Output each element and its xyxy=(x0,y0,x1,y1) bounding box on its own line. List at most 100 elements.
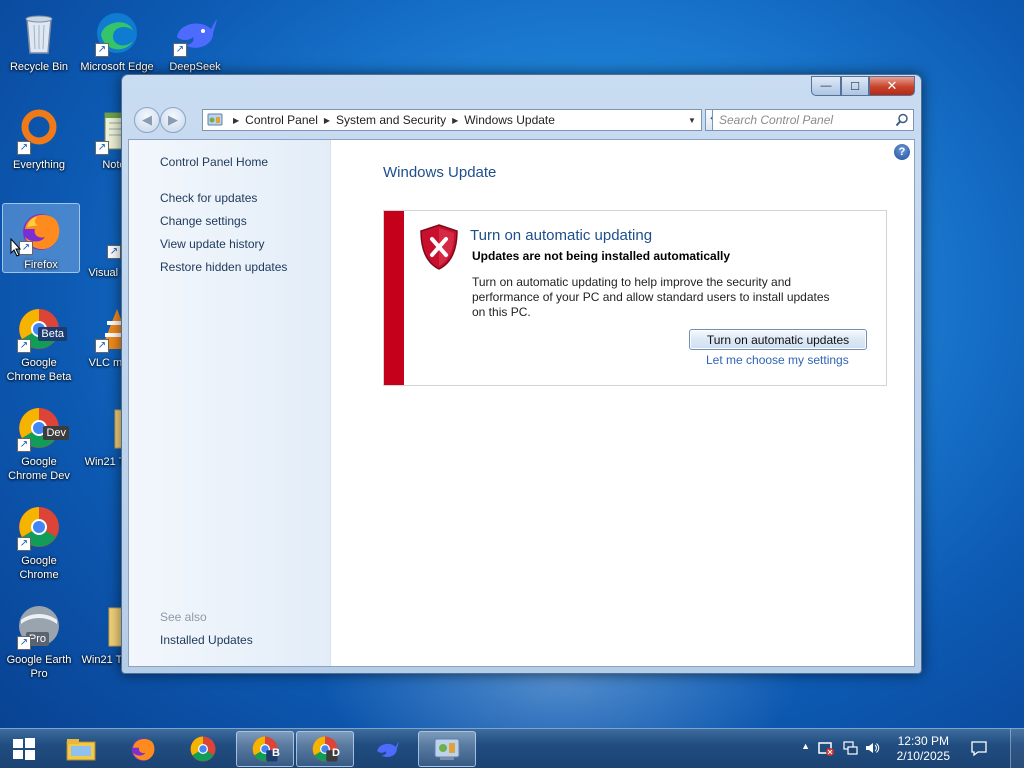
left-navigation-pane: Control Panel Home Check for updates Cha… xyxy=(129,140,331,666)
clock-date: 2/10/2025 xyxy=(896,749,950,763)
desktop-icon-label: DeepSeek xyxy=(169,61,221,73)
system-tray: ▲ 12:30 PM 2/10/2025 xyxy=(784,729,1024,768)
alert-headline: Turn on automatic updating xyxy=(470,227,653,244)
control-panel-icon xyxy=(434,738,460,760)
shortcut-arrow-icon: ↗ xyxy=(107,245,121,259)
minimize-button[interactable]: — xyxy=(811,76,841,96)
change-settings-link[interactable]: Change settings xyxy=(160,214,247,228)
recycle-bin-icon xyxy=(15,9,63,57)
clock-time: 12:30 PM xyxy=(897,734,949,748)
taskbar-chrome-beta[interactable]: B xyxy=(236,731,294,767)
let-me-choose-my-settings-link[interactable]: Let me choose my settings xyxy=(706,353,849,367)
taskbar-file-explorer[interactable] xyxy=(52,731,110,767)
taskbar-chrome[interactable] xyxy=(174,731,232,767)
check-for-updates-link[interactable]: Check for updates xyxy=(160,191,257,205)
breadcrumb-chevron-icon: ▶ xyxy=(452,115,459,125)
chrome-beta-icon: Beta ↗ xyxy=(15,305,67,353)
desktop-icon-deepseek[interactable]: ↗ DeepSeek xyxy=(156,6,234,74)
navigation-bar: ◀ ▶ ▶ Control Panel ▶ System and Securit… xyxy=(128,105,915,135)
breadcrumb-chevron-icon: ▶ xyxy=(323,115,331,125)
control-panel-home-link[interactable]: Control Panel Home xyxy=(160,155,268,169)
everything-icon: ↗ xyxy=(15,107,63,155)
installed-updates-link[interactable]: Installed Updates xyxy=(160,633,253,647)
alert-status-bar xyxy=(384,211,404,385)
turn-on-automatic-updates-button[interactable]: Turn on automatic updates xyxy=(689,329,867,350)
firefox-icon xyxy=(131,738,155,761)
beta-badge: Beta xyxy=(38,327,67,341)
volume-icon[interactable] xyxy=(864,740,880,756)
google-earth-icon: Pro ↗ xyxy=(15,602,63,650)
taskbar-deepseek[interactable] xyxy=(358,731,416,767)
maximize-button[interactable]: ☐ xyxy=(841,76,869,96)
chrome-dev-icon: Dev ↗ xyxy=(15,404,69,452)
breadcrumb-windows-update[interactable]: Windows Update xyxy=(464,113,555,127)
start-button[interactable] xyxy=(2,731,46,767)
desktop-icon-recycle-bin[interactable]: Recycle Bin xyxy=(0,6,78,74)
taskbar-clock[interactable]: 12:30 PM 2/10/2025 xyxy=(897,734,950,764)
see-also-heading: See also xyxy=(160,610,207,624)
alert-description: Turn on automatic updating to help impro… xyxy=(472,275,830,319)
search-control-panel-input[interactable]: Search Control Panel xyxy=(712,109,914,131)
shortcut-arrow-icon: ↗ xyxy=(95,339,109,353)
page-title: Windows Update xyxy=(383,164,497,181)
deepseek-icon: ↗ xyxy=(171,9,219,57)
taskbar: B D ▲ 12:30 PM 2/10/2025 xyxy=(0,728,1024,768)
action-center-flag-icon[interactable] xyxy=(818,740,834,756)
view-update-history-link[interactable]: View update history xyxy=(160,237,265,251)
desktop-icon-chrome-beta[interactable]: Beta ↗ Google Chrome Beta xyxy=(0,302,78,384)
restore-hidden-updates-link[interactable]: Restore hidden updates xyxy=(160,260,287,274)
chrome-icon xyxy=(190,736,216,762)
desktop-icon-label: Microsoft Edge xyxy=(80,61,154,73)
help-icon[interactable]: ? xyxy=(894,144,910,160)
control-panel-icon xyxy=(207,113,223,126)
back-button[interactable]: ◀ xyxy=(134,107,160,133)
close-button[interactable]: ✕ xyxy=(869,76,915,96)
network-icon[interactable] xyxy=(842,740,858,756)
taskbar-firefox[interactable] xyxy=(114,731,172,767)
breadcrumb-control-panel[interactable]: Control Panel xyxy=(245,113,318,127)
address-dropdown-icon[interactable]: ▼ xyxy=(683,110,701,130)
desktop-icon-label: Google Earth Pro xyxy=(6,654,72,680)
dev-badge-letter: D xyxy=(332,747,340,759)
file-explorer-icon xyxy=(66,739,96,761)
beta-badge-letter: B xyxy=(272,747,280,759)
desktop-icon-everything[interactable]: ↗ Everything xyxy=(0,104,78,172)
search-placeholder: Search Control Panel xyxy=(719,113,834,127)
shortcut-arrow-icon: ↗ xyxy=(17,438,31,452)
address-bar[interactable]: ▶ Control Panel ▶ System and Security ▶ … xyxy=(202,109,702,131)
desktop-icon-label: Everything xyxy=(13,159,65,171)
chrome-icon: ↗ xyxy=(15,503,63,551)
edge-icon: ↗ xyxy=(93,9,141,57)
caption-buttons: — ☐ ✕ xyxy=(811,76,915,96)
desktop-icon-label: Google Chrome Beta xyxy=(6,357,72,383)
taskbar-control-panel[interactable] xyxy=(418,731,476,767)
mouse-cursor-icon xyxy=(10,238,22,257)
forward-button[interactable]: ▶ xyxy=(160,107,186,133)
desktop-icon-chrome[interactable]: ↗ Google Chrome xyxy=(0,500,78,582)
shortcut-arrow-icon: ↗ xyxy=(17,141,31,155)
shortcut-arrow-icon: ↗ xyxy=(17,339,31,353)
desktop-icon-label: Google Chrome Dev xyxy=(8,456,70,482)
show-desktop-button[interactable] xyxy=(1010,729,1024,768)
shortcut-arrow-icon: ↗ xyxy=(95,43,109,57)
automatic-updating-alert: Turn on automatic updating Updates are n… xyxy=(383,210,887,386)
deepseek-icon xyxy=(377,741,399,757)
breadcrumb-system-and-security[interactable]: System and Security xyxy=(336,113,446,127)
desktop-icon-label: Google Chrome xyxy=(19,555,59,581)
breadcrumb-chevron-icon: ▶ xyxy=(233,115,240,125)
search-icon[interactable] xyxy=(895,113,909,127)
firefox-icon: ↗ xyxy=(17,207,65,255)
desktop-icon-label: Firefox xyxy=(24,259,58,271)
taskbar-chrome-dev[interactable]: D xyxy=(296,731,354,767)
desktop-icon-edge[interactable]: ↗ Microsoft Edge xyxy=(78,6,156,74)
window-content: Control Panel Home Check for updates Cha… xyxy=(128,139,915,667)
alert-subheading: Updates are not being installed automati… xyxy=(472,249,731,263)
shortcut-arrow-icon: ↗ xyxy=(17,636,31,650)
shortcut-arrow-icon: ↗ xyxy=(173,43,187,57)
desktop-icon-google-earth-pro[interactable]: Pro ↗ Google Earth Pro xyxy=(0,599,78,681)
windows-update-window: — ☐ ✕ ◀ ▶ ▶ Control Panel ▶ System and S… xyxy=(121,74,922,674)
show-hidden-icons-button[interactable]: ▲ xyxy=(801,741,810,751)
desktop-icon-chrome-dev[interactable]: Dev ↗ Google Chrome Dev xyxy=(0,401,78,483)
notifications-icon[interactable] xyxy=(970,739,988,757)
red-shield-x-icon xyxy=(420,224,458,270)
